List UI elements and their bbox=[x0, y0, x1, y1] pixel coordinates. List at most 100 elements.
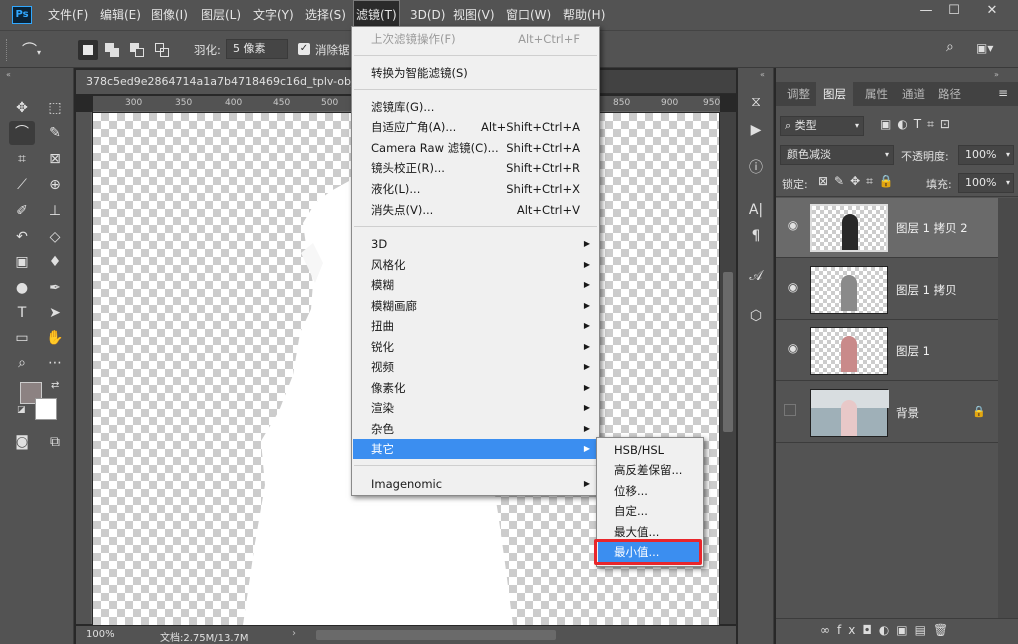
clone-stamp-tool-icon[interactable]: ⊥ bbox=[42, 199, 68, 223]
layer-row[interactable]: ◉ 图层 1 拷贝 2 bbox=[776, 198, 998, 258]
subtract-from-selection-icon[interactable] bbox=[127, 40, 147, 60]
layer-name[interactable]: 图层 1 拷贝 2 bbox=[896, 220, 968, 236]
background-color-swatch[interactable] bbox=[35, 398, 57, 420]
fill-input[interactable]: 100% ▾ bbox=[958, 173, 1014, 193]
new-selection-icon[interactable] bbox=[78, 40, 98, 60]
menu-select[interactable]: 选择(S) bbox=[305, 0, 346, 30]
blur-tool-icon[interactable]: ♦ bbox=[42, 250, 68, 274]
info-panel-icon[interactable]: ⓘ bbox=[744, 156, 768, 180]
layers-scrollbar[interactable] bbox=[998, 198, 1018, 626]
move-tool-icon[interactable]: ✥ bbox=[9, 96, 35, 120]
layer-name[interactable]: 图层 1 bbox=[896, 343, 930, 359]
lasso-tool-icon[interactable]: ⌒ bbox=[9, 121, 35, 145]
menu-item-imagenomic[interactable]: Imagenomic ▶ bbox=[353, 474, 598, 494]
layer-name[interactable]: 背景 bbox=[896, 405, 919, 421]
menu-item-last-filter[interactable]: 上次滤镜操作(F) Alt+Ctrl+F bbox=[353, 29, 598, 49]
healing-brush-tool-icon[interactable]: ⊕ bbox=[42, 173, 68, 197]
menu-item-stylize[interactable]: 风格化 ▶ bbox=[353, 255, 598, 275]
menu-edit[interactable]: 编辑(E) bbox=[100, 0, 141, 30]
menu-item-sharpen[interactable]: 锐化 ▶ bbox=[353, 337, 598, 357]
3d-panel-icon[interactable]: ⬡ bbox=[744, 304, 768, 328]
crop-tool-icon[interactable]: ⌗ bbox=[9, 147, 35, 171]
layers-footer-icons[interactable]: ∞fx◘◐▣▤🗑 bbox=[820, 623, 955, 637]
zoom-level[interactable]: 100% bbox=[86, 629, 115, 640]
menu-file[interactable]: 文件(F) bbox=[48, 0, 88, 30]
layer-filter-kind[interactable]: ⌕ 类型 ▾ bbox=[780, 116, 864, 136]
vertical-scrollbar[interactable] bbox=[720, 112, 736, 624]
gradient-tool-icon[interactable]: ▣ bbox=[9, 250, 35, 274]
collapse-strip-icon[interactable]: « bbox=[760, 70, 765, 79]
tab-properties[interactable]: 属性 bbox=[858, 82, 895, 106]
lasso-tool-preset-icon[interactable]: ⌒▾ bbox=[22, 37, 62, 63]
history-brush-tool-icon[interactable]: ↶ bbox=[9, 225, 35, 249]
paragraph-panel-icon[interactable]: ¶ bbox=[744, 224, 768, 248]
swap-colors-icon[interactable]: ⇄ bbox=[51, 380, 59, 391]
eyedropper-tool-icon[interactable]: ⟋ bbox=[9, 173, 35, 197]
visibility-eye-icon[interactable]: ◉ bbox=[784, 218, 802, 236]
lock-options-icons[interactable]: ⊠✎✥⌗🔒 bbox=[818, 174, 900, 189]
zoom-tool-icon[interactable]: ⌕ bbox=[9, 351, 35, 375]
layer-row[interactable]: ◉ 图层 1 拷贝 bbox=[776, 260, 998, 320]
status-menu-arrow-icon[interactable]: › bbox=[292, 628, 296, 639]
tab-paths[interactable]: 路径 bbox=[931, 82, 968, 106]
default-colors-icon[interactable]: ◪ bbox=[17, 405, 26, 415]
screen-mode-icon[interactable]: ⧉ bbox=[42, 430, 68, 454]
path-selection-tool-icon[interactable]: ➤ bbox=[42, 301, 68, 325]
menu-item-adaptive-wide-angle[interactable]: 自适应广角(A)... Alt+Shift+Ctrl+A bbox=[353, 117, 598, 137]
maximize-button[interactable]: ☐ bbox=[937, 0, 971, 22]
tab-channels[interactable]: 通道 bbox=[895, 82, 932, 106]
submenu-item-high-pass[interactable]: 高反差保留... bbox=[598, 460, 702, 480]
layer-name[interactable]: 图层 1 拷贝 bbox=[896, 282, 957, 298]
brush-tool-icon[interactable]: ✐ bbox=[9, 199, 35, 223]
scroll-thumb[interactable] bbox=[723, 272, 733, 432]
visibility-eye-icon[interactable]: ◉ bbox=[784, 341, 802, 359]
layer-row[interactable]: ◉ 图层 1 bbox=[776, 321, 998, 381]
frame-tool-icon[interactable]: ⊠ bbox=[42, 147, 68, 171]
horizontal-scrollbar[interactable] bbox=[316, 630, 556, 640]
menu-item-pixelate[interactable]: 像素化 ▶ bbox=[353, 378, 598, 398]
intersect-selection-icon[interactable] bbox=[152, 40, 172, 60]
pen-tool-icon[interactable]: ✒ bbox=[42, 276, 68, 300]
submenu-item-hsb-hsl[interactable]: HSB/HSL bbox=[598, 440, 702, 460]
menu-item-camera-raw[interactable]: Camera Raw 滤镜(C)... Shift+Ctrl+A bbox=[353, 138, 598, 158]
type-tool-icon[interactable]: T bbox=[9, 301, 35, 325]
quick-mask-icon[interactable]: ◙ bbox=[9, 430, 35, 454]
menu-item-blur[interactable]: 模糊 ▶ bbox=[353, 275, 598, 295]
menu-image[interactable]: 图像(I) bbox=[151, 0, 188, 30]
grip-handle[interactable] bbox=[6, 39, 10, 61]
menu-type[interactable]: 文字(Y) bbox=[253, 0, 294, 30]
more-tools-icon[interactable]: ⋯ bbox=[42, 351, 68, 375]
menu-item-video[interactable]: 视频 ▶ bbox=[353, 357, 598, 377]
hand-tool-icon[interactable]: ✋ bbox=[42, 326, 68, 350]
menu-item-distort[interactable]: 扭曲 ▶ bbox=[353, 316, 598, 336]
menu-item-blur-gallery[interactable]: 模糊画廊 ▶ bbox=[353, 296, 598, 316]
submenu-item-custom[interactable]: 自定... bbox=[598, 501, 702, 521]
layer-row[interactable]: 背景 🔒 bbox=[776, 383, 998, 443]
tab-adjustments[interactable]: 调整 bbox=[780, 82, 817, 106]
search-icon[interactable]: ⌕ bbox=[946, 39, 966, 59]
antialias-checkbox[interactable]: ✓ bbox=[298, 43, 310, 55]
menu-item-vanishing-point[interactable]: 消失点(V)... Alt+Ctrl+V bbox=[353, 200, 598, 220]
history-panel-icon[interactable]: ⧖ bbox=[744, 90, 768, 114]
menu-item-liquify[interactable]: 液化(L)... Shift+Ctrl+X bbox=[353, 179, 598, 199]
visibility-toggle-off[interactable] bbox=[784, 404, 796, 416]
feather-input[interactable]: 5 像素 bbox=[226, 39, 288, 59]
menu-item-lens-correction[interactable]: 镜头校正(R)... Shift+Ctrl+R bbox=[353, 158, 598, 178]
close-button[interactable]: ✕ bbox=[972, 0, 1012, 22]
visibility-eye-icon[interactable]: ◉ bbox=[784, 280, 802, 298]
blend-mode-select[interactable]: 颜色减淡 ▾ bbox=[780, 145, 894, 165]
menu-item-filter-gallery[interactable]: 滤镜库(G)... bbox=[353, 97, 598, 117]
tab-layers[interactable]: 图层 bbox=[816, 82, 853, 106]
actions-panel-icon[interactable]: ▶ bbox=[744, 118, 768, 142]
menu-item-convert-smart-filter[interactable]: 转换为智能滤镜(S) bbox=[353, 63, 598, 83]
menu-item-other[interactable]: 其它 ▶ bbox=[353, 439, 598, 459]
panel-menu-icon[interactable]: ≡ bbox=[998, 86, 1008, 100]
submenu-item-offset[interactable]: 位移... bbox=[598, 481, 702, 501]
layer-filter-icons[interactable]: ▣◐T⌗⊡ bbox=[880, 117, 1000, 135]
menu-item-noise[interactable]: 杂色 ▶ bbox=[353, 419, 598, 439]
menu-layer[interactable]: 图层(L) bbox=[201, 0, 241, 30]
opacity-input[interactable]: 100% ▾ bbox=[958, 145, 1014, 165]
add-to-selection-icon[interactable] bbox=[102, 40, 122, 60]
document-tab[interactable]: 378c5ed9e2864714a1a7b4718469c16d_tplv-ob… bbox=[76, 70, 371, 94]
glyphs-panel-icon[interactable]: 𝒜 bbox=[744, 264, 768, 288]
